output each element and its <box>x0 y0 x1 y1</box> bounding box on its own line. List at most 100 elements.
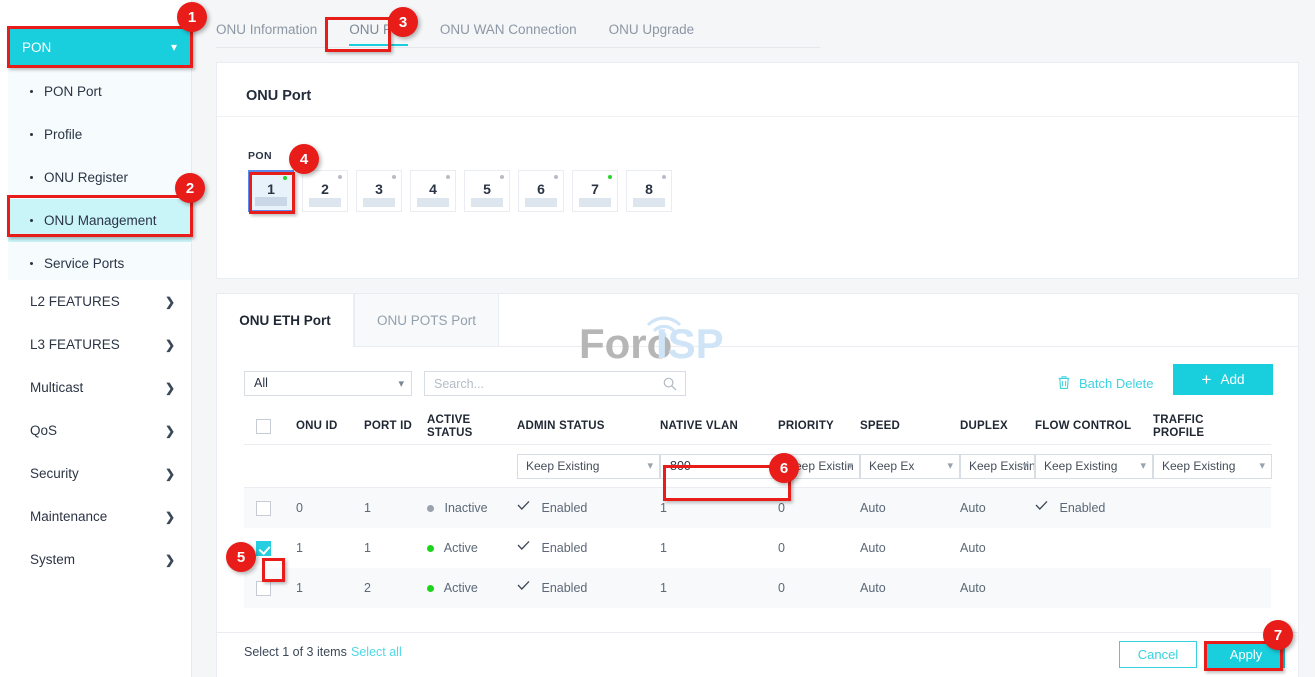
select-all-checkbox[interactable] <box>256 419 271 434</box>
add-button[interactable]: + Add <box>1173 364 1273 395</box>
pon-port-number: 5 <box>483 181 491 197</box>
cell-port-id: 1 <box>364 501 427 515</box>
port-bar-icon <box>417 198 449 207</box>
divider <box>217 632 1298 633</box>
chevron-down-icon: ▾ <box>171 40 177 54</box>
chevron-down-icon: ▾ <box>647 455 653 478</box>
sidebar-item-onu-register[interactable]: ONU Register <box>8 156 191 199</box>
status-led-icon <box>608 175 612 179</box>
sidebar-item-label: QoS <box>30 423 57 438</box>
native-vlan-input[interactable]: 800 <box>660 454 778 479</box>
page-title: ONU Port <box>246 88 311 104</box>
check-icon <box>1035 500 1048 514</box>
batch-delete-label: Batch Delete <box>1079 376 1153 391</box>
sidebar-item-label: Multicast <box>30 380 83 395</box>
traffic-profile-select[interactable]: Keep Existing ▾ <box>1153 454 1272 479</box>
cell-priority: 0 <box>778 501 860 515</box>
tab-onu-pots-port[interactable]: ONU POTS Port <box>354 294 499 347</box>
sidebar-item-multicast[interactable]: Multicast ❯ <box>8 366 191 409</box>
check-icon <box>517 540 530 554</box>
tab-onu-wan-connection[interactable]: ONU WAN Connection <box>440 22 577 45</box>
flow-control-label: Enabled <box>1059 501 1105 515</box>
cell-speed: Auto <box>860 581 960 595</box>
onu-eth-port-card: ONU ETH Port ONU POTS Port Foro ISP All … <box>216 293 1299 677</box>
sidebar-group-pon[interactable]: PON ▾ <box>8 28 191 66</box>
chevron-right-icon: ❯ <box>165 424 175 438</box>
onu-eth-port-table: ONU ID PORT ID ACTIVE STATUS ADMIN STATU… <box>244 409 1271 608</box>
pon-port-number: 6 <box>537 181 545 197</box>
tab-onu-eth-port[interactable]: ONU ETH Port <box>217 294 354 347</box>
duplex-select[interactable]: Keep Existing ▾ <box>960 454 1035 479</box>
sidebar-item-pon-port[interactable]: PON Port <box>8 70 191 113</box>
pon-port-5[interactable]: 5 <box>464 170 510 212</box>
cell-native-vlan: 1 <box>660 501 778 515</box>
cell-active-status: Active <box>427 581 517 595</box>
app-root: PON ▾ PON Port Profile ONU Register ONU … <box>0 0 1315 677</box>
pon-port-3[interactable]: 3 <box>356 170 402 212</box>
sidebar-item-l2-features[interactable]: L2 FEATURES ❯ <box>8 280 191 323</box>
sidebar-item-security[interactable]: Security ❯ <box>8 452 191 495</box>
pon-port-7[interactable]: 7 <box>572 170 618 212</box>
cell-priority: 0 <box>778 541 860 555</box>
status-led-icon <box>662 175 666 179</box>
sidebar-item-label: ONU Register <box>44 170 128 185</box>
cell-flow-control: Enabled <box>1035 501 1153 516</box>
filter-select-value: All <box>254 376 268 390</box>
admin-status-select[interactable]: Keep Existing ▾ <box>517 454 660 479</box>
sidebar-item-service-ports[interactable]: Service Ports <box>8 242 191 285</box>
table-row[interactable]: 0 1 Inactive Enabled 1 0 Auto Auto <box>244 488 1271 528</box>
status-dot-icon <box>427 585 434 592</box>
cell-admin-status: Enabled <box>517 541 660 556</box>
port-bar-icon <box>471 198 503 207</box>
tab-onu-information[interactable]: ONU Information <box>216 22 317 45</box>
select-all-link[interactable]: Select all <box>351 645 402 659</box>
page-scrollbar[interactable] <box>1300 0 1315 677</box>
cancel-button[interactable]: Cancel <box>1119 641 1197 668</box>
batch-delete-button[interactable]: Batch Delete <box>1057 371 1153 396</box>
status-dot-icon <box>427 545 434 552</box>
row-checkbox[interactable] <box>256 581 271 596</box>
row-checkbox[interactable] <box>256 541 271 556</box>
port-bar-icon <box>309 198 341 207</box>
cell-speed: Auto <box>860 501 960 515</box>
table-row[interactable]: 1 2 Active Enabled 1 0 Auto Auto <box>244 568 1271 608</box>
search-input[interactable] <box>425 372 650 395</box>
annotation-badge-3: 3 <box>388 7 418 37</box>
sidebar-item-qos[interactable]: QoS ❯ <box>8 409 191 452</box>
pon-port-4[interactable]: 4 <box>410 170 456 212</box>
sidebar-item-l3-features[interactable]: L3 FEATURES ❯ <box>8 323 191 366</box>
pon-port-6[interactable]: 6 <box>518 170 564 212</box>
sidebar-item-system[interactable]: System ❯ <box>8 538 191 581</box>
sidebar-item-label: PON Port <box>44 84 102 99</box>
column-header-priority: PRIORITY <box>778 420 860 433</box>
bullet-icon <box>30 90 33 93</box>
pon-port-2[interactable]: 2 <box>302 170 348 212</box>
pon-port-selector: 1 2 3 4 5 6 7 <box>248 170 680 212</box>
search-box[interactable] <box>424 371 686 396</box>
flow-control-select[interactable]: Keep Existing ▾ <box>1035 454 1153 479</box>
divider <box>217 116 1298 117</box>
sidebar-item-profile[interactable]: Profile <box>8 113 191 156</box>
sidebar-item-onu-management[interactable]: ONU Management <box>8 199 191 242</box>
row-checkbox[interactable] <box>256 501 271 516</box>
annotation-badge-2: 2 <box>175 173 205 203</box>
table-edit-row: Keep Existing ▾ 800 Keep Existin ▾ Keep … <box>244 445 1271 488</box>
bullet-icon <box>30 262 33 265</box>
search-icon <box>663 377 677 394</box>
chevron-down-icon: ▾ <box>398 373 404 396</box>
filter-select[interactable]: All ▾ <box>244 371 412 396</box>
tab-onu-upgrade[interactable]: ONU Upgrade <box>609 22 695 45</box>
status-led-icon <box>500 175 504 179</box>
pon-port-number: 2 <box>321 181 329 197</box>
table-row[interactable]: 1 1 Active Enabled 1 0 Auto Auto <box>244 528 1271 568</box>
pon-port-8[interactable]: 8 <box>626 170 672 212</box>
cell-native-vlan: 1 <box>660 541 778 555</box>
cell-active-status: Inactive <box>427 501 517 515</box>
pon-group-label: PON <box>248 150 272 162</box>
speed-select[interactable]: Keep Ex ▾ <box>860 454 960 479</box>
pon-port-1[interactable]: 1 <box>248 170 294 212</box>
sidebar-item-label: L3 FEATURES <box>30 337 120 352</box>
status-dot-icon <box>427 505 434 512</box>
column-header-admin-status: ADMIN STATUS <box>517 420 660 433</box>
sidebar-item-maintenance[interactable]: Maintenance ❯ <box>8 495 191 538</box>
